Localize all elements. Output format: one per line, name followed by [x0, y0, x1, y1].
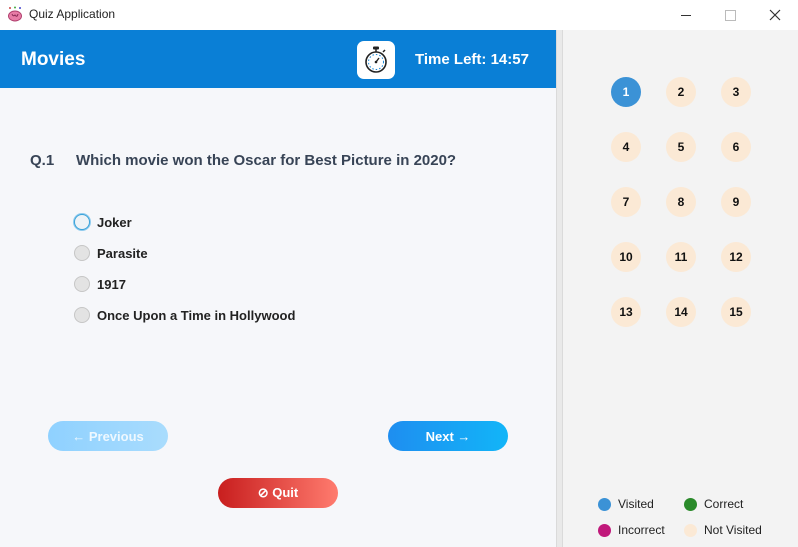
stopwatch-icon [357, 41, 395, 79]
brain-icon [7, 6, 23, 22]
nav-question-10[interactable]: 10 [611, 242, 641, 272]
quiz-header: Movies Time Left: 14:57 [0, 30, 556, 88]
nav-question-3[interactable]: 3 [721, 77, 751, 107]
legend-label: Incorrect [618, 523, 665, 537]
quit-button[interactable]: ⊘ Quit [218, 478, 338, 508]
nav-question-6[interactable]: 6 [721, 132, 751, 162]
nav-question-1[interactable]: 1 [611, 77, 641, 107]
nav-question-7[interactable]: 7 [611, 187, 641, 217]
correct-dot [684, 497, 697, 511]
option-label: Joker [97, 214, 132, 230]
legend-label: Visited [618, 497, 654, 511]
question-navigator: 1 2 3 4 5 6 7 8 9 10 11 12 13 14 15 Visi… [563, 30, 798, 547]
option-parasite[interactable]: Parasite [74, 243, 148, 263]
option-label: Once Upon a Time in Hollywood [97, 307, 296, 323]
question-number: Q.1 [30, 152, 55, 169]
minimize-button[interactable] [663, 0, 709, 30]
nav-question-4[interactable]: 4 [611, 132, 641, 162]
nav-question-12[interactable]: 12 [721, 242, 751, 272]
nav-question-2[interactable]: 2 [666, 77, 696, 107]
incorrect-dot [598, 523, 611, 537]
close-icon [769, 9, 781, 21]
question-panel: Movies Time Left: 14:57 Q.1 Which movie … [0, 30, 556, 547]
nav-question-5[interactable]: 5 [666, 132, 696, 162]
nav-question-14[interactable]: 14 [666, 297, 696, 327]
nav-question-8[interactable]: 8 [666, 187, 696, 217]
radio-button[interactable] [74, 245, 90, 261]
nav-question-11[interactable]: 11 [666, 242, 696, 272]
not-visited-dot [684, 523, 697, 537]
nav-question-9[interactable]: 9 [721, 187, 751, 217]
legend-correct: Correct [684, 497, 743, 511]
window-title: Quiz Application [29, 7, 116, 21]
legend-incorrect: Incorrect [598, 523, 665, 537]
legend-visited: Visited [598, 497, 654, 511]
visited-dot [598, 497, 611, 511]
legend-label: Correct [704, 497, 744, 511]
minimize-icon [681, 14, 691, 16]
option-label: 1917 [97, 276, 126, 292]
topic-title: Movies [21, 49, 86, 70]
time-left-label: Time Left: 14:57 [415, 51, 529, 68]
maximize-icon [724, 9, 736, 21]
radio-button[interactable] [74, 214, 90, 230]
maximize-button[interactable] [707, 0, 753, 30]
previous-button[interactable]: ← Previous [48, 421, 168, 451]
option-joker[interactable]: Joker [74, 212, 132, 232]
nav-question-15[interactable]: 15 [721, 297, 751, 327]
close-button[interactable] [752, 0, 798, 30]
panel-splitter[interactable] [556, 30, 563, 547]
question-text: Which movie won the Oscar for Best Pictu… [76, 152, 457, 169]
option-1917[interactable]: 1917 [74, 274, 126, 294]
nav-question-13[interactable]: 13 [611, 297, 641, 327]
radio-button[interactable] [74, 276, 90, 292]
legend-not-visited: Not Visited [684, 523, 762, 537]
option-label: Parasite [97, 245, 148, 261]
next-button[interactable]: Next → [388, 421, 508, 451]
radio-button[interactable] [74, 307, 90, 323]
title-bar: Quiz Application [0, 0, 798, 30]
option-once-upon-a-time[interactable]: Once Upon a Time in Hollywood [74, 305, 295, 325]
legend-label: Not Visited [704, 523, 762, 537]
